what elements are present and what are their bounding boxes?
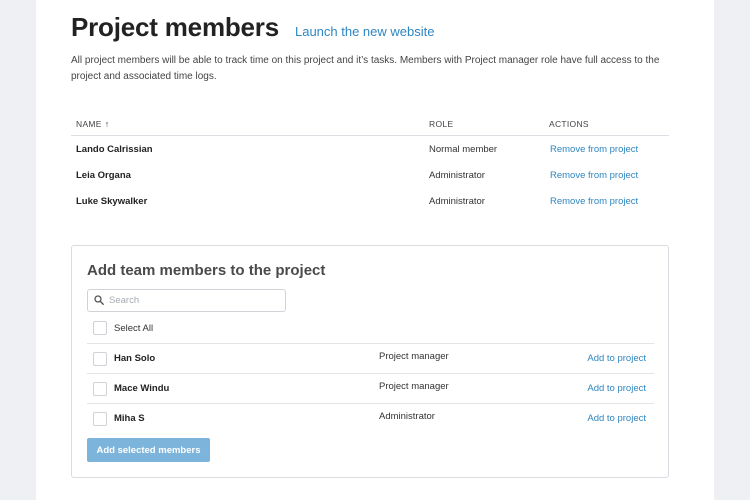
member-role: Normal member [429,143,498,155]
team-member-role: Project manager [379,351,449,362]
member-role: Administrator [429,169,485,181]
add-to-project-link[interactable]: Add to project [579,413,654,424]
add-to-project-link[interactable]: Add to project [579,383,654,394]
page-title: Project members [71,12,279,42]
select-all-row[interactable]: Select All [93,321,153,335]
team-member-role: Project manager [379,381,449,392]
page-description: All project members will be able to trac… [71,55,660,82]
team-member-role: Administrator [379,411,435,422]
add-members-panel: Add team members to the project Select A… [71,245,669,478]
remove-from-project-link[interactable]: Remove from project [549,144,638,155]
member-name: Lando Calrissian [76,143,153,155]
page-header: Project members Launch the new website [71,12,434,43]
search-box[interactable] [87,289,286,312]
table-header: NAME ↑ ROLE ACTIONS [71,112,669,136]
table-row: Leia Organa Administrator Remove from pr… [71,162,669,188]
table-row: Lando Calrissian Normal member Remove fr… [71,136,669,162]
member-checkbox[interactable] [93,411,107,426]
member-checkbox[interactable] [93,351,107,366]
member-name: Luke Skywalker [76,195,148,207]
member-checkbox[interactable] [93,381,107,396]
actions-column-header: ACTIONS [549,118,589,129]
search-input[interactable] [109,295,279,306]
name-column-label: NAME [76,118,102,129]
members-table: NAME ↑ ROLE ACTIONS Lando Calrissian Norm… [71,112,669,214]
member-name: Leia Organa [76,169,131,181]
select-all-checkbox[interactable] [93,321,107,335]
team-member-list: Han Solo Project manager Add to project … [87,343,654,433]
select-all-label: Select All [114,322,154,334]
remove-from-project-link[interactable]: Remove from project [549,196,638,207]
team-member-name: Mace Windu [114,383,170,394]
panel-title: Add team members to the project [87,262,326,279]
role-column-header: ROLE [429,118,454,129]
name-column-header[interactable]: NAME ↑ [71,119,429,129]
add-to-project-link[interactable]: Add to project [579,353,654,364]
list-item: Han Solo Project manager Add to project [87,343,654,373]
add-selected-members-button[interactable]: Add selected members [87,438,210,462]
list-item: Miha S Administrator Add to project [87,403,654,433]
search-icon [94,292,104,310]
page-container: Project members Launch the new website A… [36,0,714,500]
member-role: Administrator [429,195,485,207]
remove-from-project-link[interactable]: Remove from project [549,170,638,181]
table-row: Luke Skywalker Administrator Remove from… [71,188,669,214]
list-item: Mace Windu Project manager Add to projec… [87,373,654,403]
project-link[interactable]: Launch the new website [295,24,434,39]
team-member-name: Han Solo [114,353,156,364]
team-member-name: Miha S [114,413,145,424]
sort-ascending-icon[interactable]: ↑ [105,119,110,129]
